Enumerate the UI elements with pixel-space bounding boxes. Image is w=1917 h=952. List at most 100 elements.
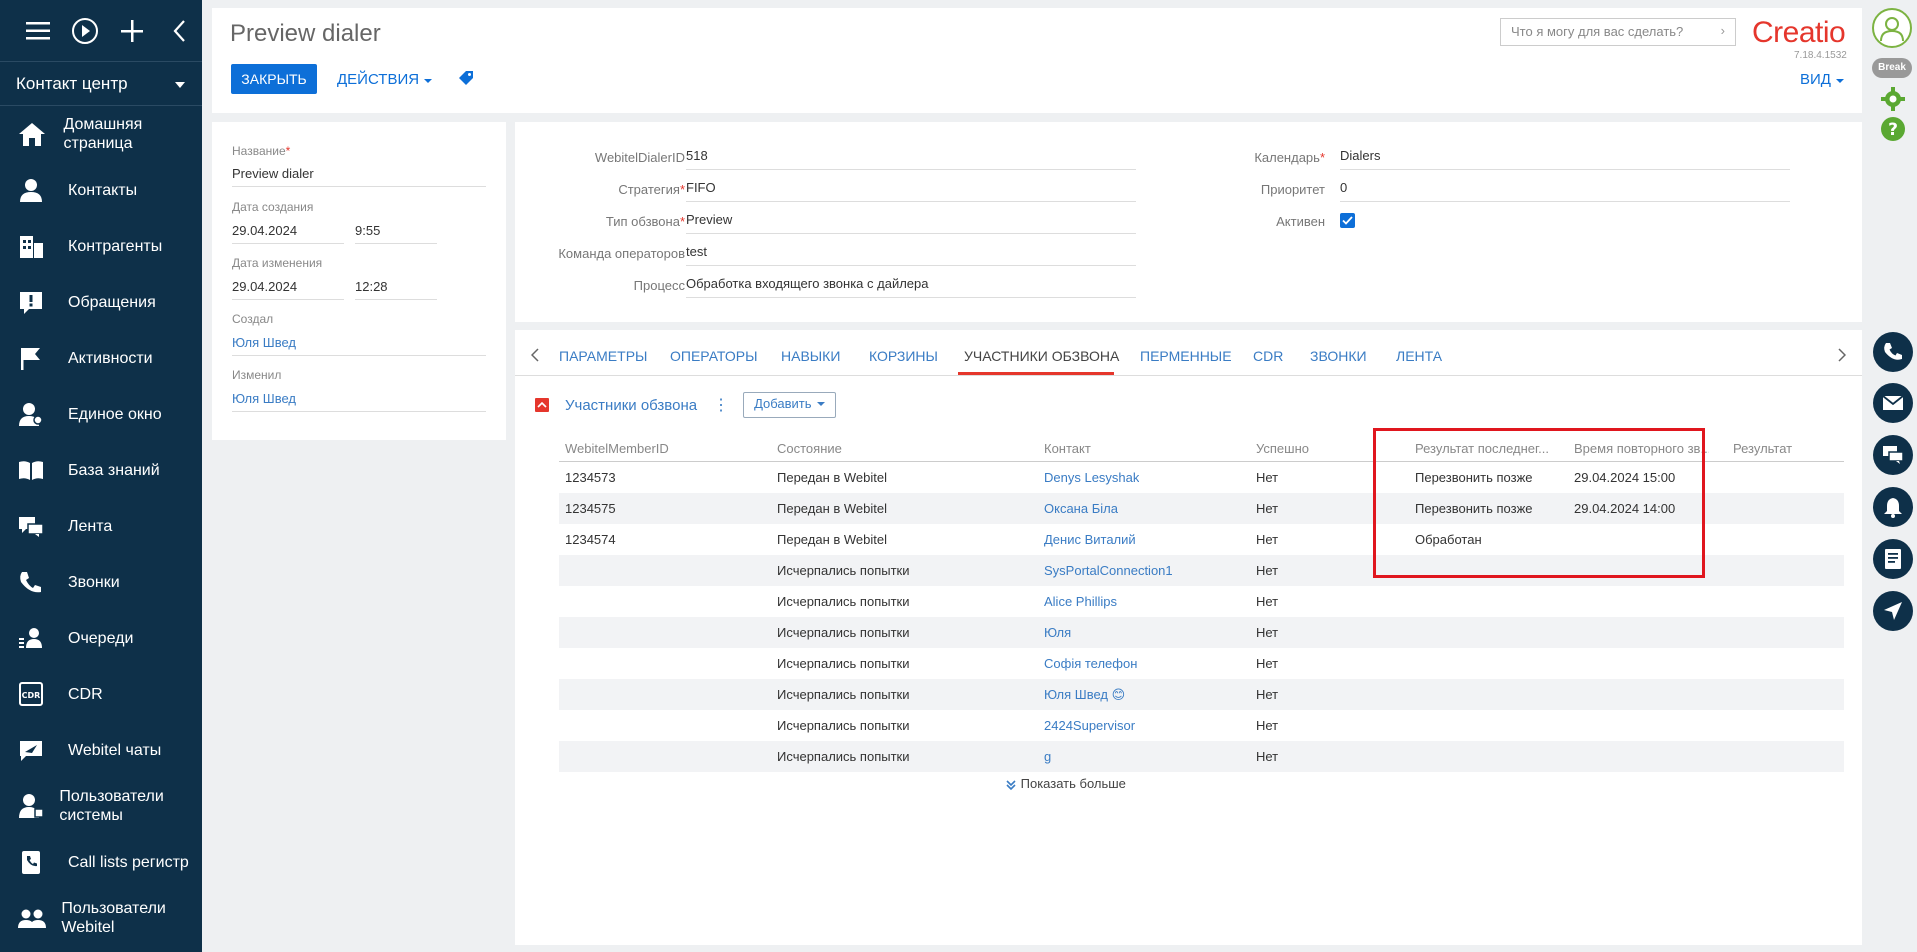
- collapse-icon[interactable]: [535, 398, 549, 412]
- user-avatar[interactable]: [1872, 8, 1912, 48]
- sidebar-item-calls[interactable]: Звонки: [0, 554, 202, 610]
- created-time-field[interactable]: 9:55: [355, 223, 437, 244]
- sidebar-item-label: Единое окно: [68, 405, 162, 423]
- command-search-input[interactable]: Что я могу для вас сделать? ›: [1500, 18, 1736, 46]
- active-checkbox[interactable]: [1340, 213, 1355, 228]
- contact-link[interactable]: Alice Phillips: [1044, 594, 1117, 609]
- contact-link[interactable]: Denys Lesyshak: [1044, 470, 1139, 485]
- svg-text:?: ?: [1888, 120, 1898, 140]
- created-by-link[interactable]: Юля Швед: [232, 335, 486, 356]
- close-button[interactable]: ЗАКРЫТЬ: [231, 64, 317, 94]
- collapse-sidebar-icon[interactable]: [155, 11, 202, 51]
- kebab-menu-icon[interactable]: ⋮: [713, 395, 729, 415]
- help-icon[interactable]: ?: [1880, 116, 1906, 145]
- workplace-selector[interactable]: Контакт центр: [0, 62, 202, 106]
- page-title: Preview dialer: [230, 20, 381, 47]
- table-cell: Нет: [1256, 749, 1279, 764]
- tab-calls[interactable]: ЗВОНКИ: [1310, 348, 1367, 364]
- strategy-field[interactable]: FIFO: [686, 180, 1136, 202]
- tab-cdr[interactable]: CDR: [1253, 348, 1283, 364]
- tabs-scroll-left-icon[interactable]: [530, 348, 539, 365]
- sidebar-item-cases[interactable]: Обращения: [0, 274, 202, 330]
- actions-button[interactable]: ДЕЙСТВИЯ: [337, 71, 433, 88]
- table-row[interactable]: Исчерпались попытки Alice Phillips Нет: [559, 586, 1844, 617]
- created-date-field[interactable]: 29.04.2024: [232, 223, 344, 244]
- priority-field[interactable]: 0: [1340, 180, 1790, 202]
- column-header[interactable]: Успешно: [1256, 441, 1309, 456]
- table-row[interactable]: Исчерпались попытки Софія телефон Нет: [559, 648, 1844, 679]
- chat-icon[interactable]: [1873, 435, 1913, 475]
- sidebar-item-accounts[interactable]: Контрагенты: [0, 218, 202, 274]
- column-header[interactable]: WebitelMemberID: [565, 441, 669, 456]
- sidebar-item-single-window[interactable]: Единое окно: [0, 386, 202, 442]
- email-icon[interactable]: [1873, 383, 1913, 423]
- case-icon: [18, 290, 68, 314]
- table-row[interactable]: Исчерпались попытки Юля Швед 😊 Нет: [559, 679, 1844, 710]
- sidebar-item-cdr[interactable]: CDR CDR: [0, 666, 202, 722]
- modified-date-field[interactable]: 29.04.2024: [232, 279, 344, 300]
- sidebar-item-system-users[interactable]: Пользователи системы: [0, 778, 202, 834]
- team-field[interactable]: test: [686, 244, 1136, 266]
- sidebar-item-webitel-users[interactable]: Пользователи Webitel: [0, 890, 202, 946]
- contact-link[interactable]: Юля Швед 😊: [1044, 687, 1125, 703]
- add-icon[interactable]: [108, 11, 155, 51]
- sidebar-item-home[interactable]: Домашняя страница: [0, 106, 202, 162]
- sidebar-item-webitel-chats[interactable]: Webitel чаты: [0, 722, 202, 778]
- calendar-field[interactable]: Dialers: [1340, 148, 1790, 170]
- view-button[interactable]: ВИД: [1800, 71, 1845, 88]
- show-more-link[interactable]: Показать больше: [1005, 776, 1126, 791]
- contact-link[interactable]: Оксана Біла: [1044, 501, 1118, 516]
- phone-icon[interactable]: [1873, 332, 1913, 372]
- contact-link[interactable]: SysPortalConnection1: [1044, 563, 1173, 578]
- tab-buckets[interactable]: КОРЗИНЫ: [869, 348, 938, 364]
- send-icon[interactable]: [1873, 591, 1913, 631]
- column-header[interactable]: Контакт: [1044, 441, 1091, 456]
- bell-icon[interactable]: [1873, 487, 1913, 527]
- contact-link[interactable]: Денис Виталий: [1044, 532, 1136, 547]
- phone-icon: [18, 570, 68, 594]
- table-row[interactable]: Исчерпались попытки g Нет: [559, 741, 1844, 772]
- sidebar-item-contacts[interactable]: Контакты: [0, 162, 202, 218]
- table-row[interactable]: Исчерпались попытки 2424Supervisor Нет: [559, 710, 1844, 741]
- sidebar-item-knowledge-base[interactable]: База знаний: [0, 442, 202, 498]
- menu-icon[interactable]: [14, 11, 61, 51]
- modified-time-field[interactable]: 12:28: [355, 279, 437, 300]
- sidebar-item-queues[interactable]: Очереди: [0, 610, 202, 666]
- table-cell: 1234574: [565, 532, 616, 547]
- tab-feed[interactable]: ЛЕНТА: [1396, 348, 1442, 364]
- table-cell: 1234573: [565, 470, 616, 485]
- sidebar-item-call-lists[interactable]: Call lists регистр: [0, 834, 202, 890]
- detail-title[interactable]: Участники обзвона: [565, 397, 697, 414]
- contact-link[interactable]: g: [1044, 749, 1051, 764]
- tag-icon[interactable]: [458, 70, 474, 89]
- tab-skills[interactable]: НАВЫКИ: [781, 348, 840, 364]
- feed-icon: [18, 514, 68, 538]
- tab-operators[interactable]: ОПЕРАТОРЫ: [670, 348, 757, 364]
- status-badge[interactable]: Break: [1872, 58, 1912, 78]
- document-icon[interactable]: [1873, 539, 1913, 579]
- tabs-scroll-right-icon[interactable]: [1838, 348, 1847, 365]
- contact-link[interactable]: Юля: [1044, 625, 1071, 640]
- chevron-right-icon[interactable]: ›: [1721, 23, 1725, 38]
- column-header[interactable]: Состояние: [777, 441, 842, 456]
- table-row[interactable]: Исчерпались попытки Юля Нет: [559, 617, 1844, 648]
- home-icon: [18, 121, 64, 147]
- contact-link[interactable]: 2424Supervisor: [1044, 718, 1135, 733]
- table-cell: Исчерпались попытки: [777, 656, 910, 671]
- version-label: 7.18.4.1532: [1794, 50, 1847, 61]
- type-field[interactable]: Preview: [686, 212, 1136, 234]
- name-field[interactable]: Preview dialer: [232, 166, 486, 187]
- add-button[interactable]: Добавить: [743, 392, 837, 418]
- tab-dialer-members[interactable]: УЧАСТНИКИ ОБЗВОНА: [964, 348, 1119, 364]
- tab-variables[interactable]: ПЕРМЕННЫЕ: [1140, 348, 1232, 364]
- dialer-id-field[interactable]: 518: [686, 148, 1136, 170]
- modified-by-link[interactable]: Юля Швед: [232, 391, 486, 412]
- gear-icon[interactable]: [1880, 86, 1906, 115]
- column-header[interactable]: Результат: [1733, 441, 1792, 456]
- sidebar-item-activities[interactable]: Активности: [0, 330, 202, 386]
- contact-link[interactable]: Софія телефон: [1044, 656, 1137, 671]
- play-icon[interactable]: [61, 11, 108, 51]
- sidebar-item-feed[interactable]: Лента: [0, 498, 202, 554]
- tab-parameters[interactable]: ПАРАМЕТРЫ: [559, 348, 647, 364]
- process-field[interactable]: Обработка входящего звонка с дайлера: [686, 276, 1136, 298]
